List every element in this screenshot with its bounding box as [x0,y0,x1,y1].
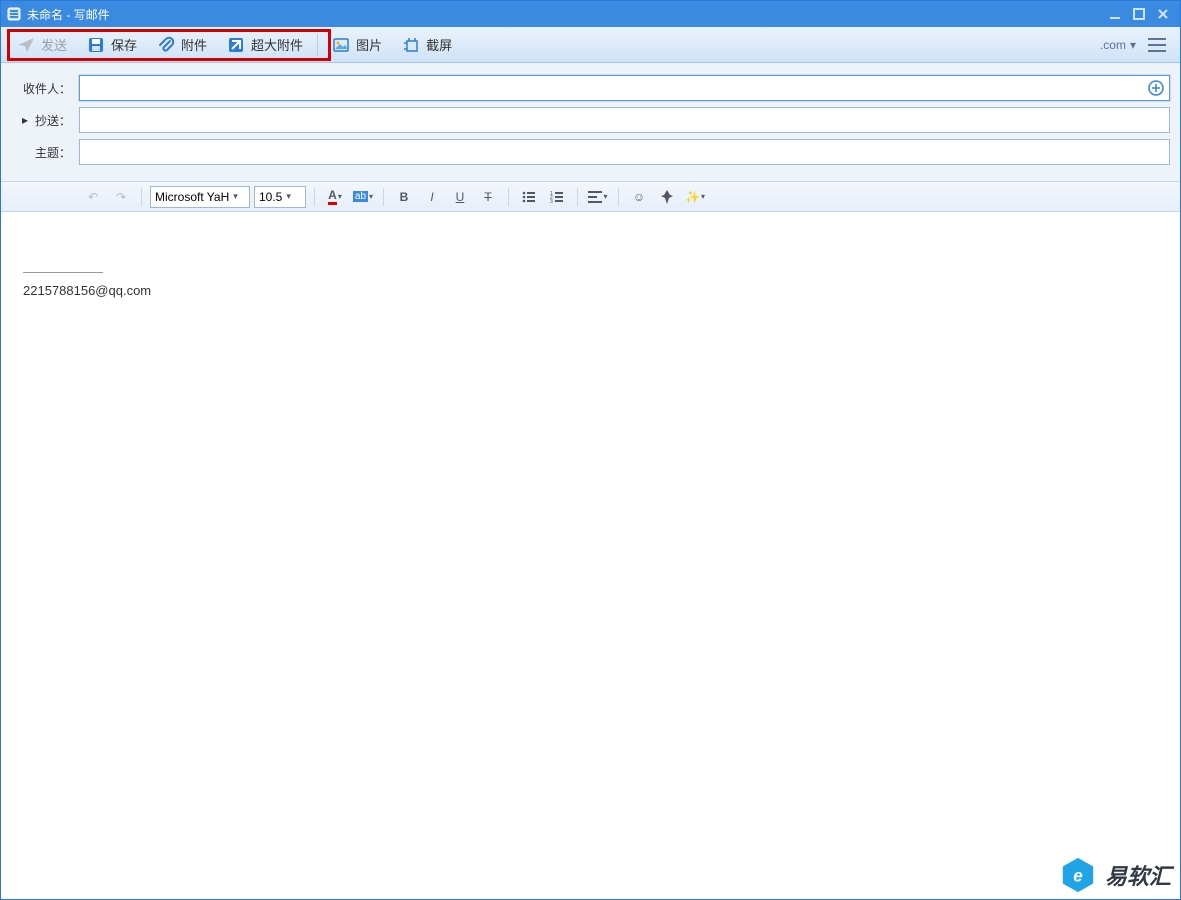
send-icon [17,36,35,54]
undo-button[interactable]: ↶ [81,186,105,208]
subject-input-wrapper[interactable] [79,139,1170,165]
svg-text:e: e [1073,867,1083,886]
send-button[interactable]: 发送 [7,31,77,59]
add-recipient-button[interactable] [1147,79,1165,97]
paperclip-icon [157,36,175,54]
close-button[interactable] [1152,5,1174,23]
account-suffix: .com [1100,38,1126,52]
titlebar: 未命名 - 写邮件 [1,1,1180,27]
screenshot-label: 截屏 [426,35,452,54]
to-input[interactable] [86,78,1163,98]
italic-button[interactable]: I [420,186,444,208]
font-size-select[interactable]: 10.5▾ [254,186,306,208]
save-button[interactable]: 保存 [77,31,147,59]
account-dropdown[interactable]: .com ▾ [1100,38,1136,52]
subject-label: 主题： [11,144,79,161]
big-attach-icon [227,36,245,54]
header-fields: 收件人： ▸ 抄送： 主题： [1,63,1180,182]
strikethrough-button[interactable]: T [476,186,500,208]
cc-input[interactable] [86,110,1163,130]
save-label: 保存 [111,35,137,54]
main-toolbar: 发送 保存 附件 超大附件 图片 截屏 .com ▾ [1,27,1180,63]
settings-menu-button[interactable] [1148,38,1166,52]
editor-body[interactable]: 2215788156@qq.com [1,212,1180,899]
image-label: 图片 [356,35,382,54]
scissors-icon [402,36,420,54]
to-label: 收件人： [11,80,79,97]
align-button[interactable]: ▾ [586,186,610,208]
emoji-button[interactable]: ☺ [627,186,651,208]
big-attach-button[interactable]: 超大附件 [217,31,313,59]
screenshot-button[interactable]: 截屏 [392,31,462,59]
signature-separator [23,272,103,273]
attach-label: 附件 [181,35,207,54]
insert-image-button[interactable]: 图片 [322,31,392,59]
font-color-button[interactable]: A▾ [323,186,347,208]
image-icon [332,36,350,54]
minimize-button[interactable] [1104,5,1126,23]
font-family-value: Microsoft YaH [155,190,229,204]
subject-input[interactable] [86,142,1163,162]
pin-button[interactable] [655,186,679,208]
cc-row: ▸ 抄送： [11,107,1170,133]
more-formatting-button[interactable]: ✨▾ [683,186,707,208]
redo-button[interactable]: ↷ [109,186,133,208]
big-attach-label: 超大附件 [251,35,303,54]
bold-button[interactable]: B [392,186,416,208]
watermark-text: 易软汇 [1105,859,1171,891]
highlight-color-button[interactable]: ab▾ [351,186,375,208]
signature-email: 2215788156@qq.com [23,283,1158,298]
unordered-list-button[interactable] [517,186,541,208]
compose-window: 未命名 - 写邮件 发送 保存 附件 超大附件 图片 截屏 [0,0,1181,900]
toolbar-separator [317,34,318,56]
to-input-wrapper[interactable] [79,75,1170,101]
app-icon [7,7,21,21]
watermark: e 易软汇 [1059,856,1171,894]
font-size-value: 10.5 [259,190,282,204]
expand-cc-button[interactable]: ▸ [19,113,31,127]
font-family-select[interactable]: Microsoft YaH▾ [150,186,250,208]
maximize-button[interactable] [1128,5,1150,23]
to-row: 收件人： [11,75,1170,101]
cc-label: 抄送： [35,112,71,129]
window-title: 未命名 - 写邮件 [27,6,110,23]
watermark-icon: e [1059,856,1097,894]
underline-button[interactable]: U [448,186,472,208]
send-label: 发送 [41,35,67,54]
ordered-list-button[interactable]: 123 [545,186,569,208]
save-icon [87,36,105,54]
cc-input-wrapper[interactable] [79,107,1170,133]
chevron-down-icon: ▾ [1130,38,1136,52]
attach-button[interactable]: 附件 [147,31,217,59]
subject-row: 主题： [11,139,1170,165]
editor-toolbar: ↶ ↷ Microsoft YaH▾ 10.5▾ A▾ ab▾ B I U T … [1,182,1180,212]
svg-text:3: 3 [550,199,553,204]
